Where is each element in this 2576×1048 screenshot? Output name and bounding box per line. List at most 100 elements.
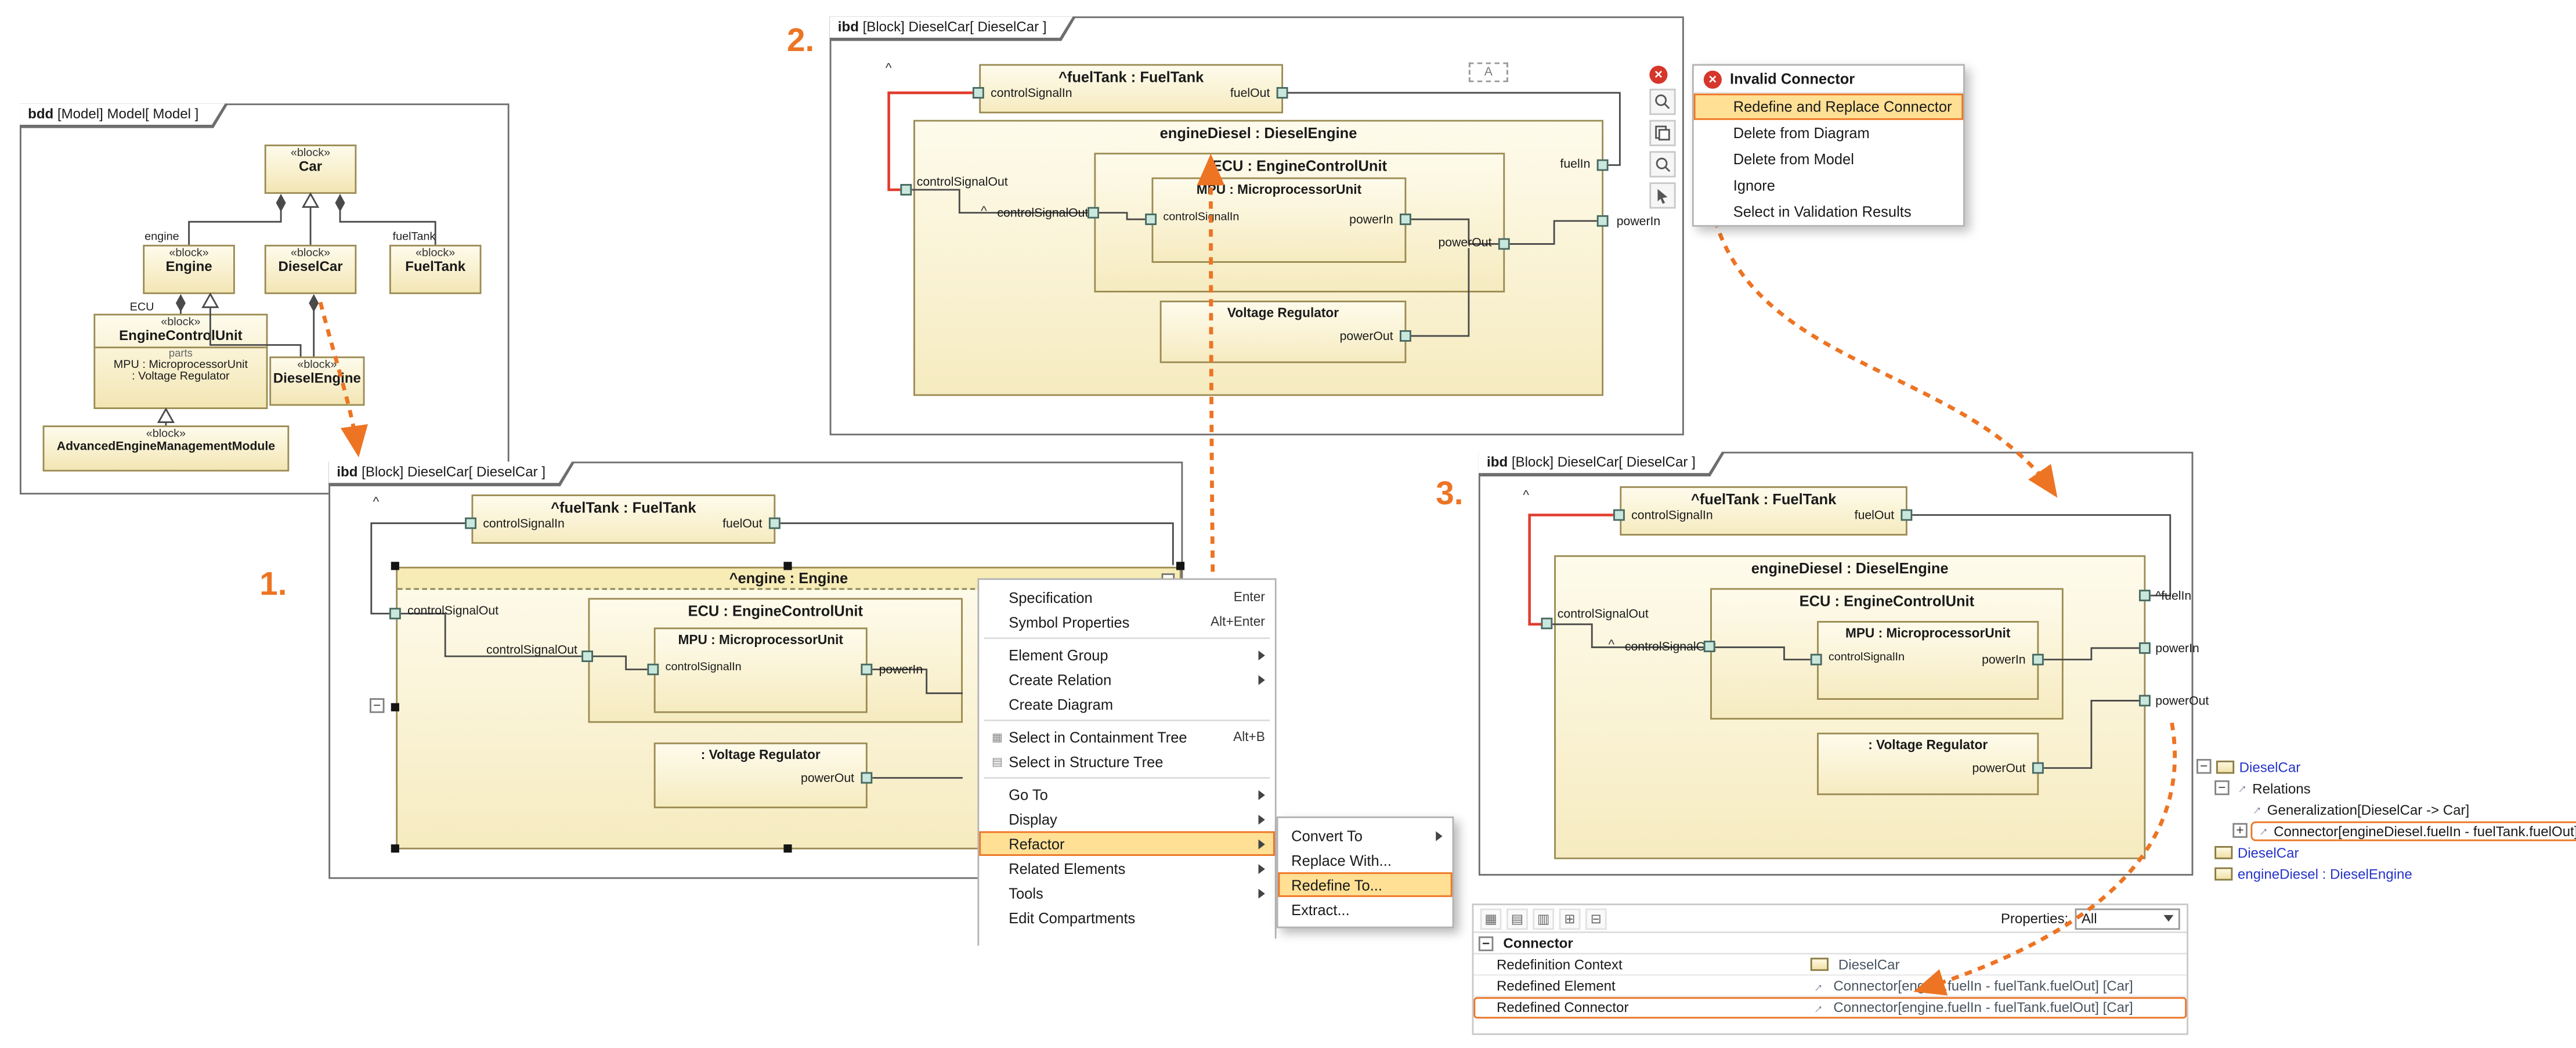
expert-mode-icon[interactable]: ▥ bbox=[1533, 908, 1554, 929]
ibd1-diagram-tab[interactable]: ibd [Block] DieselCar[ DieselCar ] bbox=[328, 462, 575, 486]
ibd2-diagram-tab[interactable]: ibd [Block] DieselCar[ DieselCar ] bbox=[830, 16, 1076, 41]
port-controlsignalout-ecu[interactable] bbox=[581, 651, 593, 662]
port-controlsignalin[interactable] bbox=[973, 87, 984, 99]
block-fueltank[interactable]: «block» FuelTank bbox=[389, 245, 482, 294]
magnifier-button[interactable] bbox=[1649, 151, 1675, 177]
port-fuelout[interactable] bbox=[1901, 509, 1912, 521]
bdd-diagram-frame[interactable]: bdd [Model] Model[ Model ] «block» Car e… bbox=[20, 103, 510, 494]
properties-filter-select[interactable]: All bbox=[2075, 908, 2180, 929]
submenu-item-redefine-to[interactable]: Redefine To... bbox=[1278, 872, 1453, 897]
port-powerout-vr[interactable] bbox=[861, 772, 872, 784]
block-engine[interactable]: «block» Engine bbox=[143, 245, 235, 294]
generalization-icon bbox=[2249, 802, 2263, 816]
port-controlsignalin[interactable] bbox=[465, 518, 476, 529]
block-icon bbox=[1811, 957, 1829, 971]
block-advancedenginemanagementmodule[interactable]: «block» AdvancedEngineManagementModule bbox=[43, 425, 290, 471]
selection-handle[interactable] bbox=[391, 703, 399, 711]
submenu-item-extract[interactable]: Extract... bbox=[1278, 897, 1453, 921]
port-controlsignalout-ecu[interactable] bbox=[1088, 207, 1099, 219]
port-controlsignalout[interactable] bbox=[900, 184, 912, 196]
ibd3-diagram-tab[interactable]: ibd [Block] DieselCar[ DieselCar ] bbox=[1479, 452, 1725, 476]
tree-item-enginediesel[interactable]: engineDiesel : DieselEngine bbox=[2196, 862, 2576, 884]
port-powerin-mpu[interactable] bbox=[861, 664, 872, 675]
pointer-button[interactable] bbox=[1649, 182, 1675, 208]
port-powerout-ecu[interactable] bbox=[1498, 238, 1510, 250]
role-label-ecu: ECU bbox=[130, 302, 154, 314]
collapse-icon[interactable]: ⊟ bbox=[1585, 908, 1607, 929]
tree-item-connector[interactable]: Connector[engineDiesel.fuelIn - fuelTank… bbox=[2196, 820, 2576, 841]
copy-button[interactable] bbox=[1649, 120, 1675, 146]
validation-item-delete-from-diagram[interactable]: Delete from Diagram bbox=[1694, 120, 1963, 146]
validation-item-select-in-validation-results[interactable]: Select in Validation Results bbox=[1694, 199, 1963, 225]
tree-item-relations[interactable]: Relations bbox=[2196, 777, 2576, 798]
tree-expander[interactable] bbox=[2214, 780, 2229, 795]
validation-item-ignore[interactable]: Ignore bbox=[1694, 172, 1963, 198]
block-dieselengine[interactable]: «block» DieselEngine bbox=[269, 356, 364, 406]
port-controlsignalin[interactable] bbox=[1613, 509, 1625, 521]
section-expander[interactable] bbox=[1479, 935, 1493, 950]
tree-expander[interactable] bbox=[2196, 759, 2211, 774]
menu-item-select-in-structure-tree[interactable]: ▤Select in Structure Tree bbox=[979, 749, 1275, 774]
menu-item-refactor[interactable]: Refactor bbox=[979, 831, 1275, 855]
port-controlsignalin-mpu[interactable] bbox=[1145, 214, 1157, 225]
menu-item-related-elements[interactable]: Related Elements bbox=[979, 856, 1275, 880]
port-fuelout[interactable] bbox=[769, 518, 781, 529]
port-powerin-mpu[interactable] bbox=[1400, 214, 1411, 225]
port-powerout-vr[interactable] bbox=[2032, 762, 2044, 774]
submenu-item-convert-to[interactable]: Convert To bbox=[1278, 823, 1453, 847]
tree-item-dieselcar[interactable]: DieselCar bbox=[2196, 756, 2576, 777]
port-powerin-enginediesel[interactable] bbox=[1597, 215, 1609, 227]
collapse-expander[interactable]: − bbox=[370, 698, 384, 713]
port-powerout-enginediesel[interactable] bbox=[2139, 695, 2151, 707]
expand-icon[interactable]: ⊞ bbox=[1559, 908, 1581, 929]
properties-section-connector[interactable]: Connector bbox=[1473, 933, 2187, 955]
selection-handle[interactable] bbox=[1176, 562, 1184, 570]
menu-item-create-relation[interactable]: Create Relation bbox=[979, 667, 1275, 691]
property-row-redefinition-context[interactable]: Redefinition Context DieselCar bbox=[1473, 955, 2187, 976]
port-powerin-enginediesel[interactable] bbox=[2139, 642, 2151, 654]
menu-item-go-to[interactable]: Go To bbox=[979, 782, 1275, 807]
zoom-select-button[interactable] bbox=[1649, 89, 1675, 115]
port-fuelout[interactable] bbox=[1277, 87, 1288, 99]
tree-expander[interactable] bbox=[2232, 823, 2247, 837]
menu-item-element-group[interactable]: Element Group bbox=[979, 642, 1275, 667]
selection-handle[interactable] bbox=[783, 844, 792, 852]
port-fuelin[interactable] bbox=[2139, 590, 2151, 601]
ibd3-diagram-frame[interactable]: ibd [Block] DieselCar[ DieselCar ] ^ ^fu… bbox=[1479, 452, 2193, 876]
tree-item-generalization[interactable]: Generalization[DieselCar -> Car] bbox=[2196, 798, 2576, 820]
property-row-redefined-element[interactable]: Redefined Element Connector[engine.fuelI… bbox=[1473, 976, 2187, 998]
port-controlsignalin-mpu[interactable] bbox=[1811, 654, 1822, 666]
menu-item-specification[interactable]: SpecificationEnter bbox=[979, 585, 1275, 609]
validation-item-redefine-and-replace[interactable]: Redefine and Replace Connector bbox=[1694, 93, 1963, 120]
selection-handle[interactable] bbox=[391, 562, 399, 570]
block-car[interactable]: «block» Car bbox=[265, 144, 357, 194]
port-controlsignalin-mpu[interactable] bbox=[647, 664, 659, 675]
validation-item-delete-from-model[interactable]: Delete from Model bbox=[1694, 146, 1963, 172]
connector-icon bbox=[2256, 823, 2269, 837]
block-enginecontrolunit[interactable]: «block» EngineControlUnit parts MPU : Mi… bbox=[93, 314, 268, 409]
sort-icon[interactable]: ▤ bbox=[1506, 908, 1528, 929]
block-dieselcar[interactable]: «block» DieselCar bbox=[265, 245, 357, 294]
submenu-item-replace-with[interactable]: Replace With... bbox=[1278, 848, 1453, 872]
menu-item-display[interactable]: Display bbox=[979, 807, 1275, 831]
port-powerout-vr[interactable] bbox=[1400, 330, 1411, 342]
menu-item-select-in-containment-tree[interactable]: ▦Select in Containment TreeAlt+B bbox=[979, 724, 1275, 749]
submenu-arrow-icon bbox=[1259, 789, 1265, 799]
selection-handle[interactable] bbox=[783, 562, 792, 570]
property-row-redefined-connector[interactable]: Redefined Connector Connector[engine.fue… bbox=[1473, 997, 2187, 1018]
menu-item-symbol-properties[interactable]: Symbol PropertiesAlt+Enter bbox=[979, 609, 1275, 634]
menu-item-tools[interactable]: Tools bbox=[979, 880, 1275, 905]
port-powerin-mpu[interactable] bbox=[2032, 654, 2044, 666]
menu-item-edit-compartments[interactable]: Edit Compartments bbox=[979, 905, 1275, 930]
port-controlsignalout[interactable] bbox=[389, 608, 401, 619]
port-fuelin[interactable] bbox=[1597, 160, 1609, 171]
port-controlsignalout-ecu[interactable] bbox=[1704, 641, 1715, 652]
bdd-diagram-tab[interactable]: bdd [Model] Model[ Model ] bbox=[20, 103, 228, 128]
tree-item-dieselcar-ref[interactable]: DieselCar bbox=[2196, 841, 2576, 862]
port-controlsignalout[interactable] bbox=[1541, 617, 1552, 629]
ibd2-diagram-frame[interactable]: ibd [Block] DieselCar[ DieselCar ] ^ ^fu… bbox=[830, 16, 1684, 435]
selection-handle[interactable] bbox=[391, 844, 399, 852]
categorized-view-icon[interactable]: ▦ bbox=[1480, 908, 1502, 929]
connector-label-edit-box[interactable]: A bbox=[1469, 63, 1508, 82]
menu-item-create-diagram[interactable]: Create Diagram bbox=[979, 692, 1275, 716]
